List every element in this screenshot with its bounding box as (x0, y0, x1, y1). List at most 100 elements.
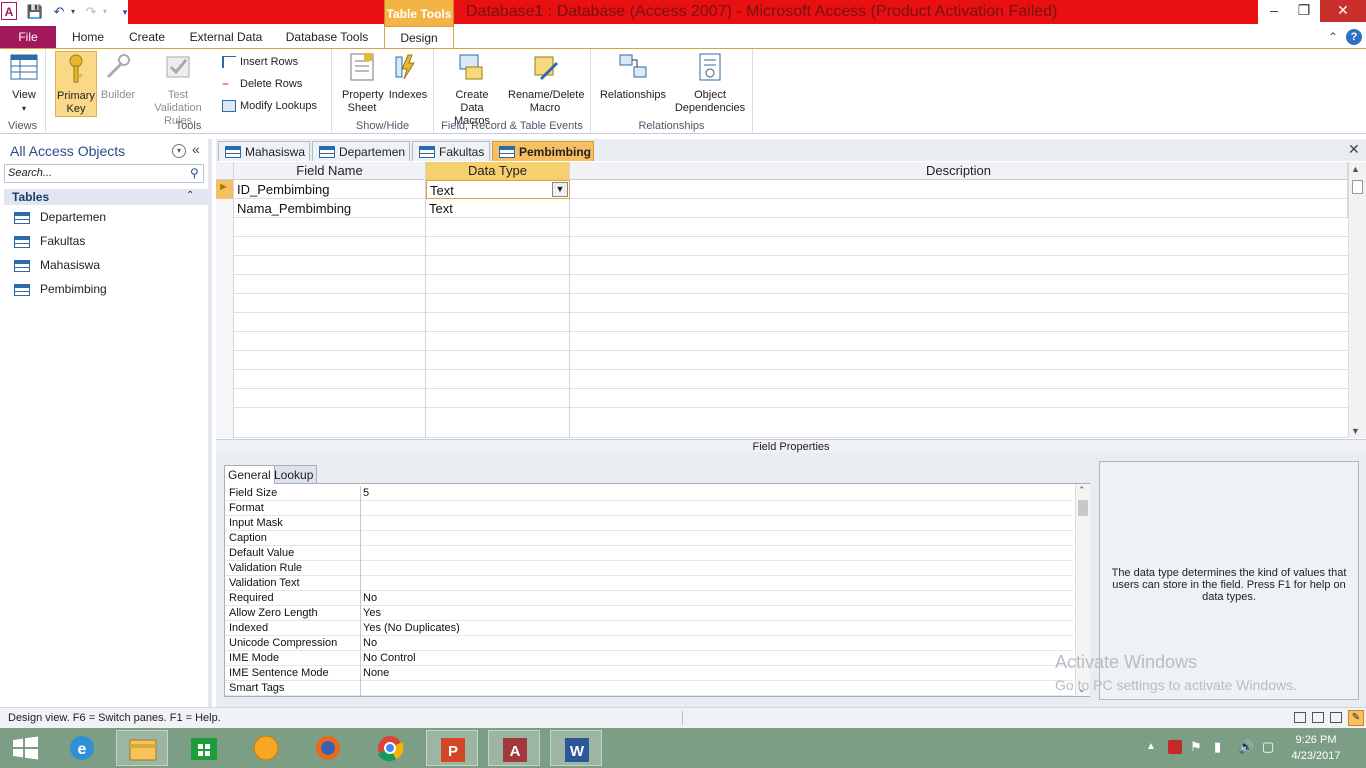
primary-key-button[interactable]: Primary Key (55, 51, 97, 117)
empty-row[interactable] (216, 237, 1348, 256)
empty-row[interactable] (216, 294, 1348, 313)
access-app-icon[interactable]: A (1, 2, 17, 20)
orange-app-icon[interactable] (240, 730, 292, 766)
property-row[interactable]: Unicode Compression No (225, 636, 1073, 651)
antivirus-icon[interactable] (1168, 740, 1182, 754)
table-row[interactable]: Nama_Pembimbing Text (216, 199, 1348, 218)
powerpoint-icon[interactable]: P (426, 730, 478, 766)
nav-collapse-icon[interactable]: « (192, 141, 200, 157)
property-row[interactable]: Validation Text (225, 576, 1073, 591)
firefox-icon[interactable] (302, 730, 354, 766)
property-value[interactable] (360, 576, 1073, 591)
network-icon[interactable]: ▢ (1262, 739, 1274, 755)
internet-explorer-icon[interactable]: e (56, 730, 108, 766)
nav-menu-chevron-icon[interactable]: ▾ (172, 144, 186, 158)
maximize-icon[interactable]: ❐ (1288, 0, 1320, 22)
save-icon[interactable]: 💾 (26, 3, 44, 21)
datasheet-view-icon[interactable] (1294, 712, 1306, 723)
action-center-icon[interactable]: ⚑ (1190, 739, 1202, 755)
doc-tab-fakultas[interactable]: Fakultas (412, 141, 490, 161)
data-type-cell[interactable]: Text (426, 180, 570, 199)
property-value[interactable]: No (360, 636, 1073, 651)
property-row[interactable]: Indexed Yes (No Duplicates) (225, 621, 1073, 636)
clock[interactable]: 9:26 PM 4/23/2017 (1286, 732, 1346, 764)
start-button-icon[interactable] (0, 730, 52, 766)
file-explorer-icon[interactable] (116, 730, 168, 766)
minimize-ribbon-icon[interactable]: ⌃ (1324, 26, 1342, 48)
tab-external-data[interactable]: External Data (184, 26, 268, 48)
property-row[interactable]: Smart Tags (225, 681, 1073, 696)
empty-row[interactable] (216, 351, 1348, 370)
property-row[interactable]: IME Sentence Mode None (225, 666, 1073, 681)
tab-database-tools[interactable]: Database Tools (278, 26, 376, 48)
data-type-cell[interactable]: Text (426, 199, 570, 218)
create-data-macros-button[interactable]: Create Data Macros (438, 51, 506, 128)
tables-section-header[interactable]: Tables (4, 189, 208, 205)
pivotchart-view-icon[interactable] (1330, 712, 1342, 723)
empty-row[interactable] (216, 389, 1348, 408)
tab-home[interactable]: Home (62, 26, 114, 48)
property-row[interactable]: Field Size 5 (225, 486, 1073, 501)
rename-delete-macro-button[interactable]: Rename/Delete Macro (506, 51, 584, 115)
property-row[interactable]: Allow Zero Length Yes (225, 606, 1073, 621)
property-value[interactable]: None (360, 666, 1073, 681)
property-value[interactable] (360, 516, 1073, 531)
field-name-cell[interactable]: Nama_Pembimbing (234, 199, 426, 218)
nav-item-fakultas[interactable]: Fakultas (14, 231, 85, 251)
property-sheet-button[interactable]: Property Sheet (336, 51, 388, 115)
search-icon[interactable]: ⚲ (190, 166, 199, 180)
tab-lookup[interactable]: Lookup (270, 465, 318, 483)
property-value[interactable] (360, 546, 1073, 561)
object-dependencies-button[interactable]: Object Dependencies (671, 51, 749, 115)
nav-search-input[interactable]: Search... (4, 164, 204, 183)
select-all-corner[interactable] (216, 162, 234, 180)
property-value[interactable]: No Control (360, 651, 1073, 666)
empty-row[interactable] (216, 408, 1348, 438)
property-value[interactable]: Yes (360, 606, 1073, 621)
empty-row[interactable] (216, 370, 1348, 389)
tab-design[interactable]: Design (384, 26, 454, 49)
description-cell[interactable] (570, 199, 1348, 218)
view-button[interactable]: View ▾ (4, 51, 44, 115)
property-row[interactable]: Input Mask (225, 516, 1073, 531)
property-value[interactable]: 5 (360, 486, 1073, 501)
property-row[interactable]: Caption (225, 531, 1073, 546)
help-icon[interactable]: ? (1346, 29, 1362, 45)
property-value[interactable]: Yes (No Duplicates) (360, 621, 1073, 636)
property-row[interactable]: IME Mode No Control (225, 651, 1073, 666)
property-value[interactable]: No (360, 591, 1073, 606)
minimize-icon[interactable]: – (1258, 0, 1290, 22)
insert-rows-button[interactable]: Insert Rows (222, 53, 298, 71)
table-row[interactable]: ► ID_Pembimbing Text ▼ (216, 180, 1348, 199)
doc-tab-pembimbing[interactable]: Pembimbing (492, 141, 594, 161)
redo-dropdown-icon[interactable]: ▾ (100, 3, 110, 21)
empty-row[interactable] (216, 313, 1348, 332)
row-selector[interactable] (216, 199, 234, 218)
grid-scrollbar[interactable]: ▲ ▼ (1348, 162, 1366, 438)
close-document-icon[interactable]: ✕ (1348, 141, 1360, 158)
builder-button[interactable]: Builder (98, 51, 138, 102)
property-row[interactable]: Validation Rule (225, 561, 1073, 576)
property-row[interactable]: Format (225, 501, 1073, 516)
relationships-button[interactable]: Relationships (595, 51, 671, 102)
battery-icon[interactable]: ▮ (1214, 739, 1221, 755)
empty-row[interactable] (216, 332, 1348, 351)
row-selector[interactable]: ► (216, 180, 234, 199)
empty-row[interactable] (216, 218, 1348, 237)
volume-icon[interactable]: 🔊 (1238, 739, 1254, 755)
access-taskbar-icon[interactable]: A (488, 730, 540, 766)
close-icon[interactable]: ✕ (1320, 0, 1366, 22)
property-row[interactable]: Required No (225, 591, 1073, 606)
nav-item-departemen[interactable]: Departemen (14, 207, 106, 227)
doc-tab-departemen[interactable]: Departemen (312, 141, 410, 161)
word-icon[interactable]: W (550, 730, 602, 766)
store-icon[interactable] (178, 730, 230, 766)
property-value[interactable] (360, 501, 1073, 516)
description-cell[interactable] (570, 180, 1348, 199)
undo-icon[interactable]: ↶ (50, 3, 68, 21)
nav-item-pembimbing[interactable]: Pembimbing (14, 279, 107, 299)
show-hidden-icons-icon[interactable]: ▲ (1146, 741, 1156, 752)
redo-icon[interactable]: ↷ (82, 3, 100, 21)
chrome-icon[interactable] (364, 730, 416, 766)
scroll-thumb[interactable] (1352, 180, 1363, 194)
